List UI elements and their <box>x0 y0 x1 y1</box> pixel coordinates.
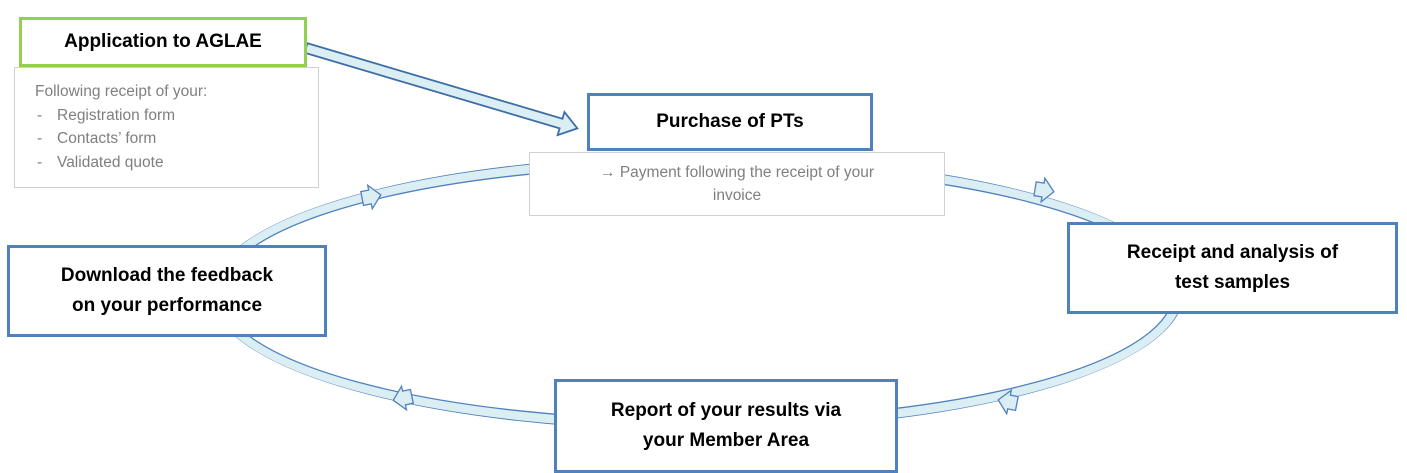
list-item: - Validated quote <box>35 151 207 175</box>
start-node-application: Application to AGLAE <box>19 17 307 67</box>
step-label: Purchase of PTs <box>656 111 804 132</box>
start-node-label: Application to AGLAE <box>64 31 262 52</box>
payment-note: → Payment following the receipt of your … <box>529 152 945 216</box>
cycle-arrowhead-top-left <box>360 183 382 211</box>
list-item-label: Contacts’ form <box>57 130 157 147</box>
entry-arrow <box>303 42 579 137</box>
step-label-line-2: your Member Area <box>642 430 810 451</box>
step-download-feedback: Download the feedback on your performanc… <box>7 245 327 337</box>
application-requirements-note: Following receipt of your: - Registratio… <box>14 67 319 188</box>
list-item: - Registration form <box>35 104 207 128</box>
step-label-line-2: on your performance <box>71 295 263 316</box>
step-purchase-pts: Purchase of PTs <box>587 93 873 151</box>
payment-note-line-2: invoice <box>712 187 762 204</box>
list-bullet: - <box>37 153 43 171</box>
step-label-line-1: Receipt and analysis of <box>1126 242 1339 263</box>
list-item-label: Validated quote <box>57 153 164 171</box>
list-bullet: - <box>37 106 43 124</box>
step-receipt-analysis: Receipt and analysis of test samples <box>1067 222 1398 314</box>
list-bullet: - <box>37 130 43 147</box>
step-label-line-1: Report of your results via <box>610 400 842 421</box>
step-label-line-2: test samples <box>1174 272 1291 293</box>
step-label-line-1: Download the feedback <box>60 265 274 286</box>
payment-note-line-1: → Payment following the receipt of your <box>600 164 874 181</box>
cycle-arrowhead-bottom-left <box>392 384 415 412</box>
list-item-label: Registration form <box>57 106 176 124</box>
list-item: - Contacts’ form <box>35 127 207 151</box>
note-title: Following receipt of your: <box>35 83 208 100</box>
step-report-results: Report of your results via your Member A… <box>554 379 898 473</box>
